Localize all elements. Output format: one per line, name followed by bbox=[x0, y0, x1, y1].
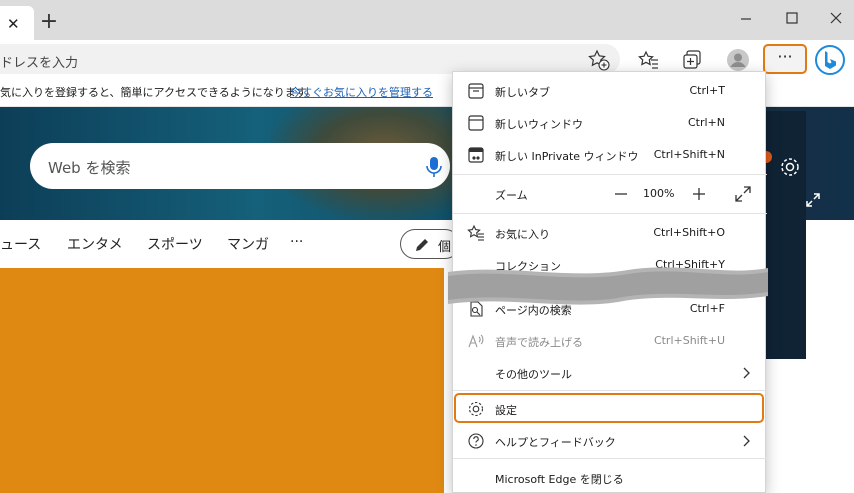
nav-news[interactable]: ュース bbox=[0, 234, 41, 254]
read-aloud-icon bbox=[468, 334, 484, 348]
featured-card[interactable] bbox=[0, 268, 444, 493]
menu-new-window[interactable]: 新しいウィンドウ Ctrl+N bbox=[453, 107, 767, 139]
chevron-right-icon bbox=[743, 367, 750, 379]
menu-new-inprivate-label: 新しい InPrivate ウィンドウ bbox=[495, 150, 639, 163]
minus-icon bbox=[615, 193, 627, 195]
address-bar[interactable]: ドレスを入力 bbox=[0, 44, 620, 74]
new-tab-icon bbox=[468, 83, 484, 99]
favorites-bar-message: 気に入りを登録すると、簡単にアクセスできるようになります。 bbox=[0, 86, 317, 99]
weather-panel bbox=[766, 111, 806, 359]
menu-separator bbox=[453, 390, 767, 391]
collections-icon[interactable] bbox=[681, 48, 705, 72]
expand-icon[interactable] bbox=[805, 192, 821, 208]
menu-more-tools[interactable]: その他のツール bbox=[453, 357, 767, 389]
fullscreen-icon bbox=[735, 186, 751, 202]
menu-separator bbox=[453, 458, 767, 459]
settings-and-more-button[interactable]: ··· bbox=[763, 44, 807, 74]
menu-read-aloud[interactable]: 音声で読み上げる Ctrl+Shift+U bbox=[453, 325, 767, 357]
menu-favorites[interactable]: お気に入り Ctrl+Shift+O bbox=[453, 217, 767, 249]
favorites-menu-icon bbox=[467, 224, 484, 241]
menu-more-tools-label: その他のツール bbox=[495, 368, 572, 381]
favorites-icon[interactable] bbox=[637, 48, 661, 72]
zoom-in-button[interactable] bbox=[689, 184, 709, 204]
menu-close-edge-label: Microsoft Edge を閉じる bbox=[495, 473, 624, 486]
nav-more[interactable]: ··· bbox=[290, 234, 303, 250]
window-close-icon[interactable] bbox=[826, 8, 846, 28]
nav-entertainment[interactable]: エンタメ bbox=[67, 234, 123, 254]
minimize-icon[interactable] bbox=[736, 8, 756, 28]
torn-edge-overlay bbox=[448, 267, 768, 305]
menu-read-aloud-shortcut: Ctrl+Shift+U bbox=[653, 334, 725, 347]
menu-new-tab-label: 新しいタブ bbox=[495, 86, 550, 99]
menu-favorites-shortcut: Ctrl+Shift+O bbox=[653, 226, 725, 239]
menu-new-tab[interactable]: 新しいタブ Ctrl+T bbox=[453, 75, 767, 107]
web-search-box[interactable]: Web を検索 bbox=[30, 143, 450, 189]
menu-help-label: ヘルプとフィードバック bbox=[495, 436, 616, 449]
add-favorite-icon[interactable] bbox=[587, 48, 611, 72]
nav-sports[interactable]: スポーツ bbox=[147, 234, 203, 254]
new-tab-button[interactable]: + bbox=[38, 11, 60, 34]
page-settings-gear-icon[interactable] bbox=[779, 156, 801, 178]
menu-read-aloud-label: 音声で読み上げる bbox=[495, 336, 583, 349]
settings-highlight bbox=[454, 393, 764, 423]
fullscreen-button[interactable] bbox=[733, 184, 753, 204]
menu-separator bbox=[453, 174, 767, 175]
microphone-icon[interactable] bbox=[425, 155, 443, 179]
plus-icon bbox=[693, 188, 705, 200]
menu-new-inprivate-shortcut: Ctrl+Shift+N bbox=[653, 148, 725, 161]
tab-strip: ✕ + bbox=[0, 0, 854, 40]
menu-separator bbox=[453, 213, 767, 214]
new-window-icon bbox=[468, 115, 484, 131]
menu-zoom: ズーム 100% bbox=[453, 178, 767, 210]
maximize-icon[interactable] bbox=[782, 8, 802, 28]
edit-icon bbox=[416, 239, 428, 251]
nav-manga[interactable]: マンガ bbox=[227, 234, 269, 254]
zoom-level: 100% bbox=[643, 187, 675, 200]
personalize-label: 個 bbox=[438, 240, 452, 255]
manage-favorites-link[interactable]: 今すぐお気に入りを管理する bbox=[290, 84, 433, 100]
menu-new-window-shortcut: Ctrl+N bbox=[687, 116, 725, 129]
menu-new-tab-shortcut: Ctrl+T bbox=[689, 84, 725, 97]
web-search-input[interactable]: Web を検索 bbox=[48, 157, 130, 178]
profile-avatar-icon[interactable] bbox=[726, 48, 750, 72]
inprivate-icon bbox=[468, 147, 484, 163]
bing-chat-icon[interactable] bbox=[814, 44, 846, 76]
help-icon bbox=[468, 433, 484, 449]
menu-favorites-label: お気に入り bbox=[495, 228, 550, 241]
close-tab-icon[interactable]: ✕ bbox=[7, 17, 20, 32]
menu-close-edge[interactable]: Microsoft Edge を閉じる bbox=[453, 462, 767, 493]
chevron-right-icon bbox=[743, 435, 750, 447]
menu-help-feedback[interactable]: ヘルプとフィードバック bbox=[453, 425, 767, 457]
address-input[interactable]: ドレスを入力 bbox=[0, 52, 78, 71]
browser-tab[interactable]: ✕ bbox=[0, 6, 34, 40]
menu-zoom-label: ズーム bbox=[495, 189, 528, 202]
menu-new-inprivate[interactable]: 新しい InPrivate ウィンドウ Ctrl+Shift+N bbox=[453, 139, 767, 171]
menu-new-window-label: 新しいウィンドウ bbox=[495, 118, 583, 131]
zoom-out-button[interactable] bbox=[611, 184, 631, 204]
